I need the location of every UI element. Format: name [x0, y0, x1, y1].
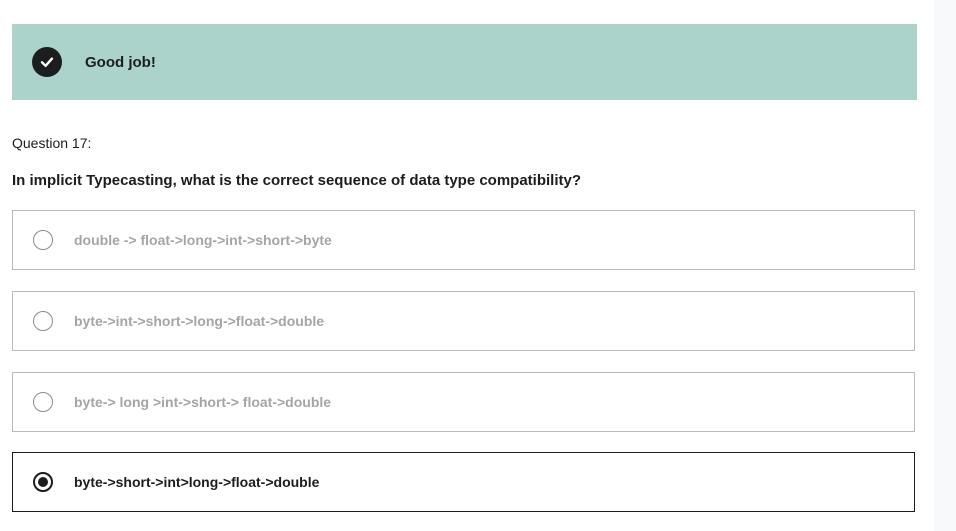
banner-message: Good job! — [85, 53, 156, 71]
answer-option-2[interactable]: byte->int->short->long->float->double — [12, 291, 915, 351]
answer-option-1[interactable]: double -> float->long->int->short->byte — [12, 210, 915, 270]
question-number: Question 17: — [12, 135, 92, 151]
radio-button-2[interactable] — [33, 311, 53, 331]
check-circle-icon — [32, 47, 62, 77]
result-banner: Good job! — [12, 24, 917, 100]
question-text: In implicit Typecasting, what is the cor… — [12, 172, 582, 189]
scroll-gutter — [934, 0, 956, 531]
answer-option-label: byte->short->int>long->float->double — [74, 474, 320, 490]
answer-option-3[interactable]: byte-> long >int->short-> float->double — [12, 372, 915, 432]
answer-option-label: double -> float->long->int->short->byte — [74, 232, 332, 248]
radio-selected-dot — [38, 477, 48, 487]
radio-button-3[interactable] — [33, 392, 53, 412]
radio-button-1[interactable] — [33, 230, 53, 250]
answer-option-4[interactable]: byte->short->int>long->float->double — [12, 452, 915, 512]
answer-option-label: byte-> long >int->short-> float->double — [74, 394, 332, 410]
quiz-page: Good job! Question 17: In implicit Typec… — [0, 0, 956, 531]
answer-option-label: byte->int->short->long->float->double — [74, 313, 325, 329]
radio-button-4-selected[interactable] — [33, 472, 53, 492]
